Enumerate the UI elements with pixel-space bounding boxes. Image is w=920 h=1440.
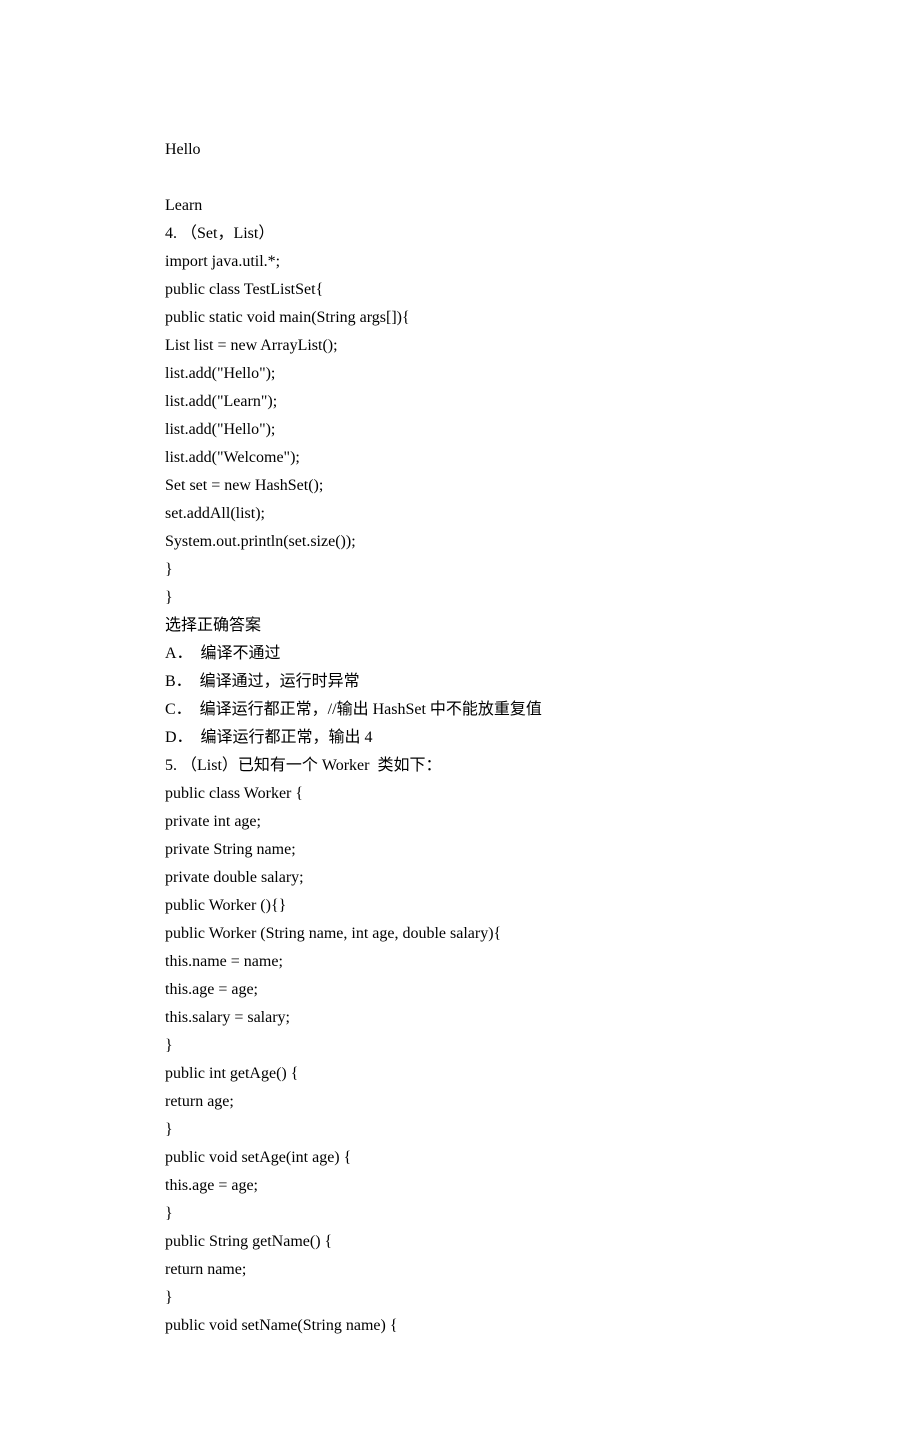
text-line: C． 编译运行都正常，//输出 HashSet 中不能放重复值 (165, 696, 755, 724)
text-line: 4. （Set，List） (165, 220, 755, 248)
text-line: B． 编译通过，运行时异常 (165, 668, 755, 696)
text-line: public static void main(String args[]){ (165, 304, 755, 332)
text-line: list.add("Hello"); (165, 416, 755, 444)
text-line: private double salary; (165, 864, 755, 892)
text-line: public void setName(String name) { (165, 1312, 755, 1340)
text-line: System.out.println(set.size()); (165, 528, 755, 556)
text-line: Learn (165, 192, 755, 220)
text-line: private String name; (165, 836, 755, 864)
text-line: list.add("Hello"); (165, 360, 755, 388)
text-line: } (165, 1116, 755, 1144)
text-line: return age; (165, 1088, 755, 1116)
text-line: list.add("Welcome"); (165, 444, 755, 472)
document-content: Hello Learn4. （Set，List）import java.util.… (165, 136, 755, 1340)
text-line: } (165, 1200, 755, 1228)
text-line: this.salary = salary; (165, 1004, 755, 1032)
blank-line (165, 164, 755, 192)
document-page: Hello Learn4. （Set，List）import java.util.… (0, 0, 920, 1440)
text-line: public class Worker { (165, 780, 755, 808)
text-line: } (165, 1284, 755, 1312)
text-line: } (165, 584, 755, 612)
text-line: public void setAge(int age) { (165, 1144, 755, 1172)
text-line: public int getAge() { (165, 1060, 755, 1088)
text-line: 5. （List）已知有一个 Worker 类如下： (165, 752, 755, 780)
text-line: } (165, 1032, 755, 1060)
text-line: this.age = age; (165, 1172, 755, 1200)
text-line: this.age = age; (165, 976, 755, 1004)
text-line: set.addAll(list); (165, 500, 755, 528)
text-line: List list = new ArrayList(); (165, 332, 755, 360)
text-line: list.add("Learn"); (165, 388, 755, 416)
text-line: public String getName() { (165, 1228, 755, 1256)
text-line: return name; (165, 1256, 755, 1284)
text-line: public Worker (String name, int age, dou… (165, 920, 755, 948)
text-line: } (165, 556, 755, 584)
text-line: Hello (165, 136, 755, 164)
text-line: private int age; (165, 808, 755, 836)
text-line: import java.util.*; (165, 248, 755, 276)
text-line: this.name = name; (165, 948, 755, 976)
text-line: Set set = new HashSet(); (165, 472, 755, 500)
text-line: public class TestListSet{ (165, 276, 755, 304)
text-line: 选择正确答案 (165, 612, 755, 640)
text-line: public Worker (){} (165, 892, 755, 920)
text-line: D． 编译运行都正常，输出 4 (165, 724, 755, 752)
text-line: A． 编译不通过 (165, 640, 755, 668)
